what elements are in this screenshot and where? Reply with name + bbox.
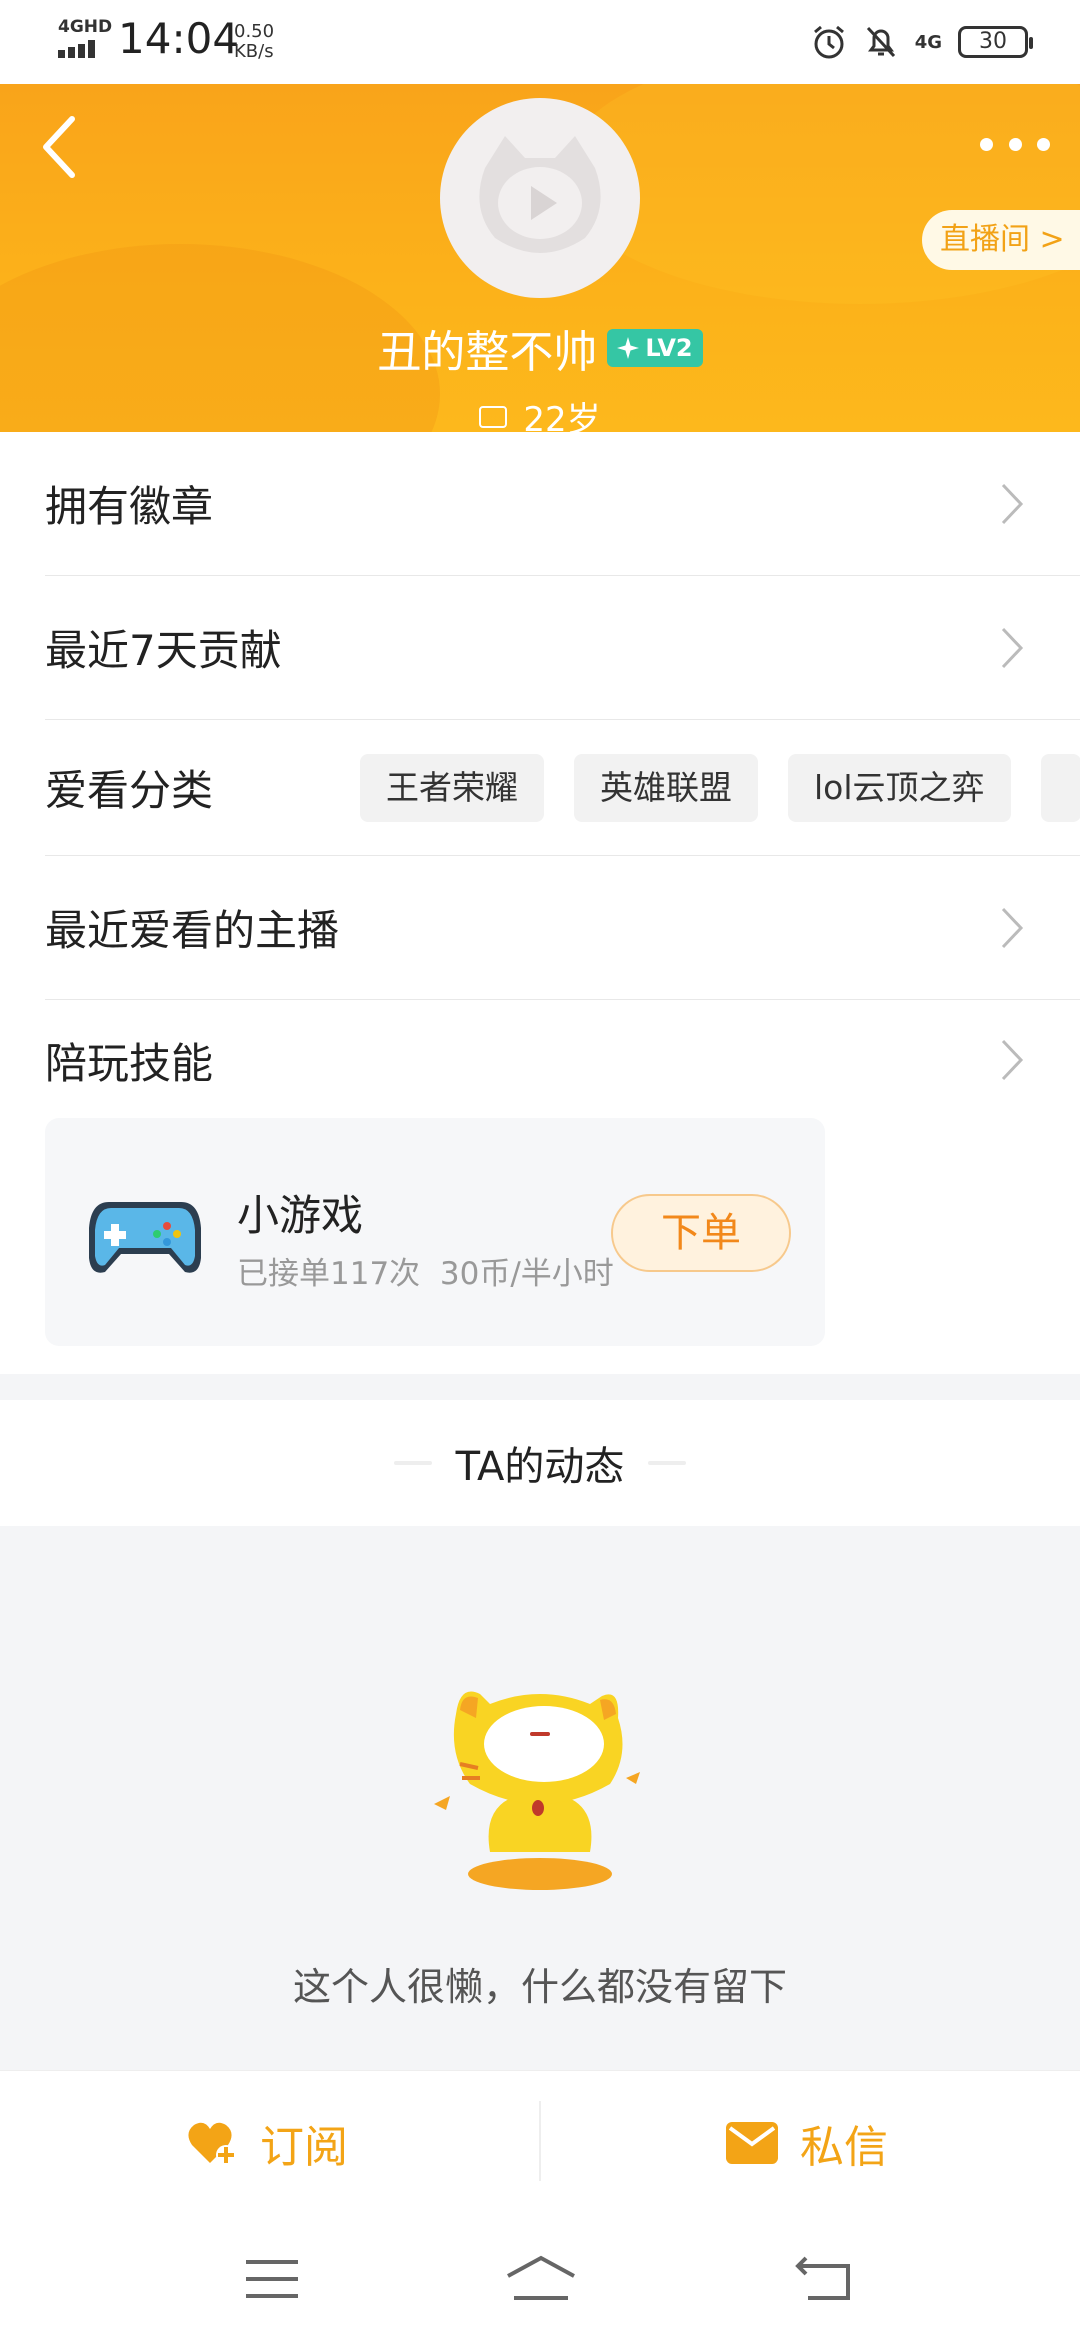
back-nav-icon[interactable]	[794, 2254, 854, 2304]
default-avatar-icon	[479, 136, 601, 253]
favorite-categories-row: 爱看分类 王者荣耀 英雄联盟 lol云顶之弈	[45, 720, 1080, 856]
gamepad-icon	[89, 1202, 201, 1273]
level-badge: LV2	[607, 329, 703, 367]
mascot-illustration	[434, 1691, 640, 1890]
feed-title: TA的动态	[455, 1444, 625, 1490]
status-bar: 4GHD 14:04 0.50 KB/s 4G 30	[0, 0, 1080, 84]
skill-title: 小游戏	[237, 1191, 364, 1240]
category-tag[interactable]: lol云顶之弈	[788, 753, 1011, 822]
mail-icon	[726, 2122, 778, 2164]
age: 22岁	[523, 400, 601, 432]
contribution-label: 最近7天贡献	[45, 626, 282, 675]
skill-stats: 已接单117次 30币/半小时	[237, 1256, 614, 1292]
alarm-icon	[813, 25, 844, 59]
order-button[interactable]: 下单	[611, 1194, 791, 1272]
battery-icon: 30	[958, 26, 1033, 58]
section-divider	[0, 1374, 1080, 1400]
menu-icon[interactable]	[242, 2254, 302, 2304]
contribution-row[interactable]: 最近7天贡献	[45, 576, 1080, 720]
clock: 14:04	[118, 14, 240, 63]
action-divider	[539, 2101, 541, 2181]
more-button[interactable]	[980, 124, 1050, 164]
home-icon[interactable]	[504, 2254, 578, 2304]
feed-empty-state: 这个人很懒，什么都没有留下	[0, 1526, 1080, 2070]
network-speed: 0.50 KB/s	[234, 21, 275, 62]
system-nav-bar	[0, 2214, 1080, 2340]
feed-header: TA的动态	[0, 1400, 1080, 1526]
favorite-anchors-row[interactable]: 最近爱看的主播	[45, 856, 1080, 1000]
category-tag-overflow[interactable]	[1040, 753, 1080, 822]
chevron-left-icon	[43, 116, 75, 178]
more-dot-icon	[1008, 137, 1022, 151]
heart-plus-icon	[188, 2122, 236, 2165]
badges-row[interactable]: 拥有徽章	[45, 432, 1080, 576]
bottom-action-bar: 订阅 私信	[0, 2070, 1080, 2214]
category-tags: 王者荣耀 英雄联盟 lol云顶之弈	[360, 720, 1080, 855]
badges-label: 拥有徽章	[45, 482, 214, 531]
name-row: 丑的整不帅 LV2	[0, 316, 1080, 380]
signal-icon	[58, 40, 104, 58]
subscribe-button[interactable]: 订阅	[186, 2071, 348, 2215]
empty-message: 这个人很懒，什么都没有留下	[292, 1965, 787, 2009]
username: 丑的整不帅	[377, 327, 598, 378]
more-dot-icon	[980, 137, 993, 151]
back-button[interactable]	[28, 112, 88, 182]
network-type: 4GHD	[58, 17, 113, 37]
status-icons: 4G 30	[811, 22, 1033, 62]
avatar[interactable]	[440, 98, 640, 298]
category-tag[interactable]: 王者荣耀	[360, 753, 544, 822]
live-room-button[interactable]: 直播间 >	[922, 210, 1080, 270]
chevron-right-icon	[1001, 1039, 1024, 1081]
profile-header: 直播间 > 丑的整不帅 LV2 22岁	[0, 84, 1080, 432]
id-card-icon	[479, 405, 508, 428]
chevron-right-icon	[1001, 907, 1024, 948]
sparkle-icon	[617, 337, 640, 359]
more-dot-icon	[1037, 137, 1050, 151]
skill-card[interactable]: 小游戏 已接单117次 30币/半小时 下单	[45, 1118, 825, 1346]
play-skills-label: 陪玩技能	[45, 1038, 214, 1088]
age-row: 22岁	[0, 392, 1080, 432]
category-tag[interactable]: 英雄联盟	[574, 753, 758, 822]
favorite-categories-label: 爱看分类	[45, 766, 214, 815]
play-skills-row[interactable]: 陪玩技能	[45, 1000, 1080, 1120]
favorite-anchors-label: 最近爱看的主播	[45, 906, 340, 955]
chevron-right-icon	[1001, 483, 1024, 524]
message-button[interactable]: 私信	[726, 2071, 888, 2215]
mobile-data-label: 4G	[914, 31, 942, 53]
mute-bell-icon	[866, 26, 895, 58]
chevron-right-icon	[1001, 627, 1024, 668]
